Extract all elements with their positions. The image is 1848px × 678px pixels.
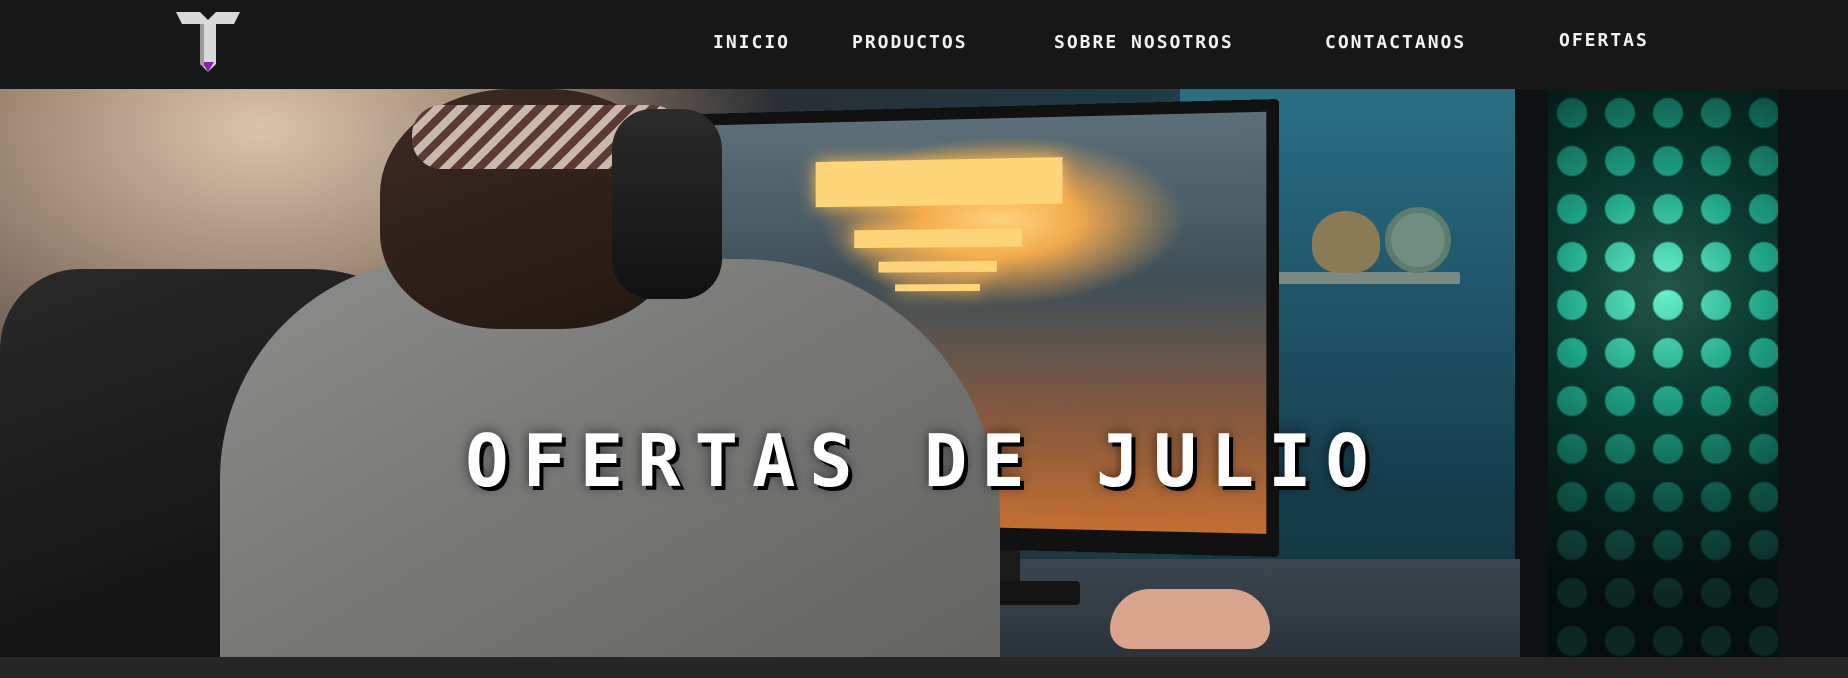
hero-title: OFERTAS DE JULIO	[0, 419, 1848, 503]
main-nav: INICIO PRODUCTOS SOBRE NOSOTROS CONTACTA…	[0, 0, 1848, 89]
hero-pc-glass	[1548, 89, 1778, 657]
bottom-bar	[0, 657, 1848, 678]
nav-ofertas[interactable]: OFERTAS	[1559, 30, 1649, 51]
top-navbar: INICIO PRODUCTOS SOBRE NOSOTROS CONTACTA…	[0, 0, 1848, 89]
hero-person-hand	[1110, 589, 1270, 649]
screen-light	[895, 284, 980, 291]
hero-bg-shelf	[1265, 272, 1460, 284]
nav-productos[interactable]: PRODUCTOS	[852, 32, 968, 53]
screen-light	[854, 228, 1022, 248]
nav-inicio[interactable]: INICIO	[713, 32, 790, 53]
hero-headphones	[612, 109, 722, 299]
nav-contactanos[interactable]: CONTACTANOS	[1325, 32, 1466, 53]
screen-light	[878, 261, 996, 273]
hero-banner: OFERTAS DE JULIO	[0, 89, 1848, 657]
screen-light	[816, 157, 1063, 207]
nav-sobre-nosotros[interactable]: SOBRE NOSOTROS	[1054, 32, 1234, 53]
hero-bg-clock	[1385, 207, 1451, 273]
hero-bg-vase	[1312, 211, 1380, 273]
